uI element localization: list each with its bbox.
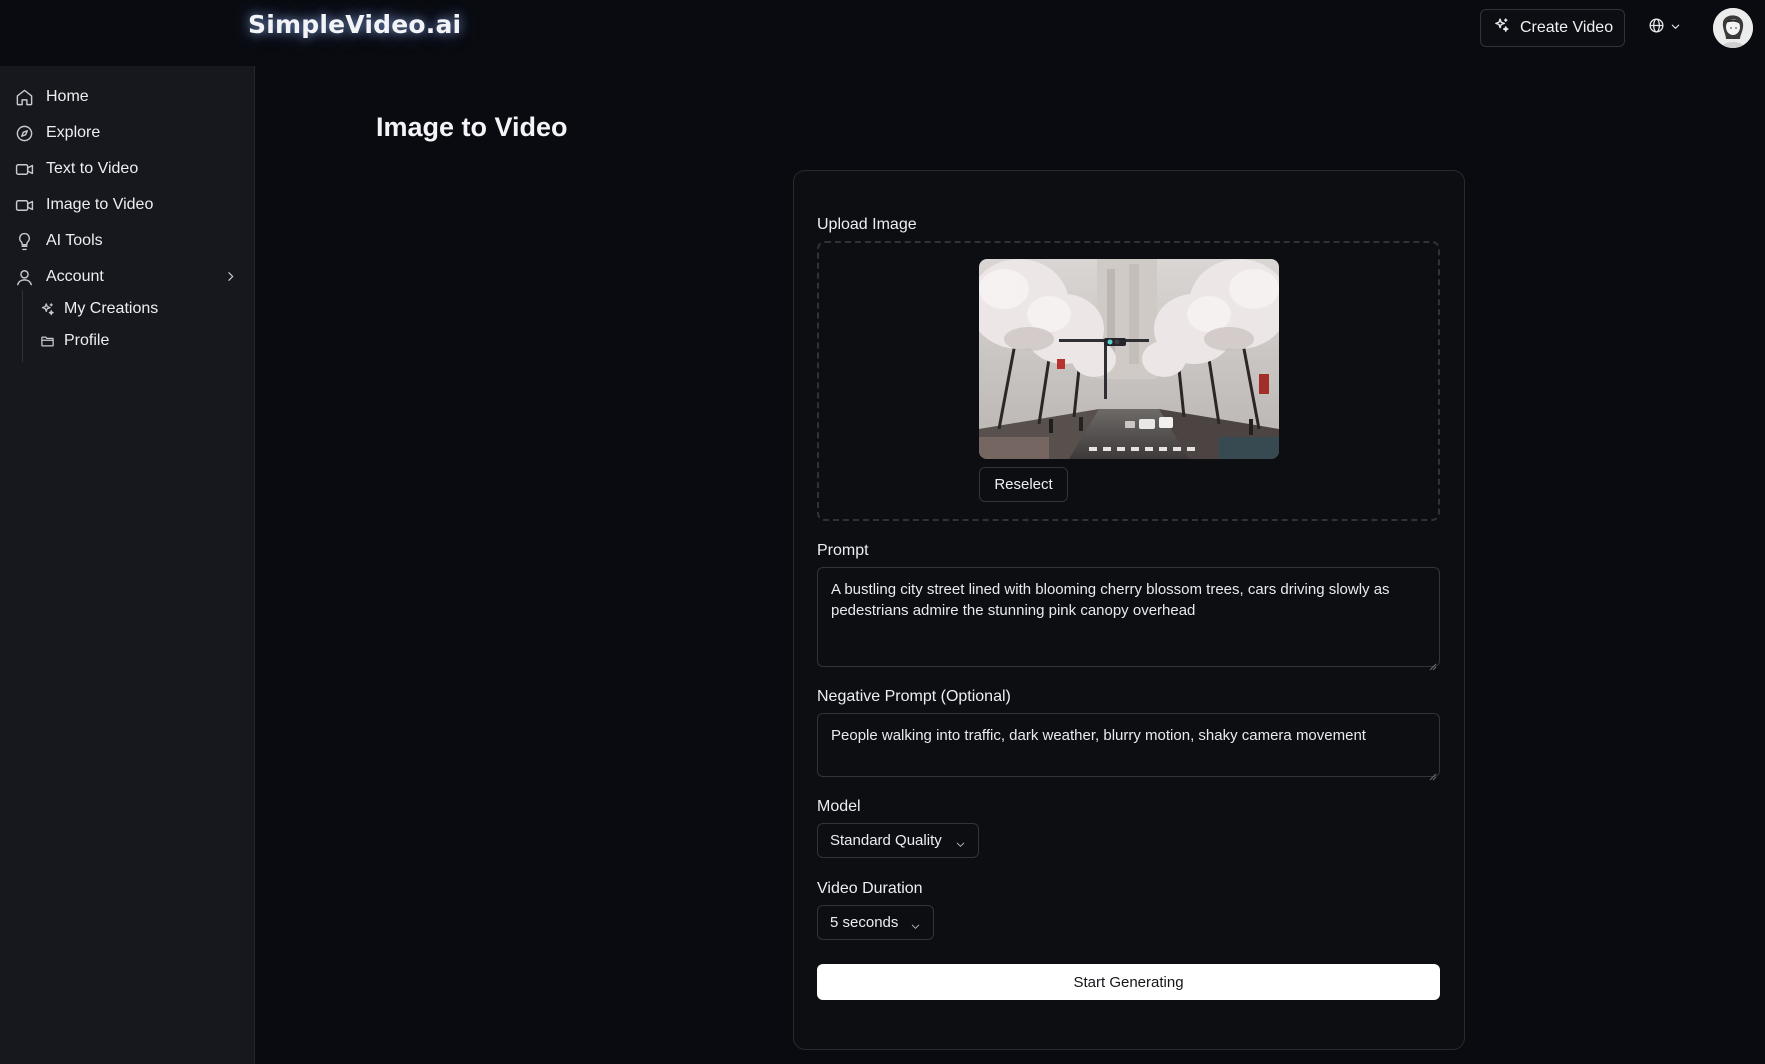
video-camera-icon xyxy=(15,160,34,179)
resize-grip-icon[interactable] xyxy=(1429,656,1437,671)
sidebar-item-label: Account xyxy=(46,268,104,285)
sidebar-item-ai-tools[interactable]: AI Tools xyxy=(0,225,255,257)
user-avatar[interactable] xyxy=(1713,8,1753,48)
model-select[interactable]: Standard Quality xyxy=(817,823,979,858)
language-selector[interactable] xyxy=(1648,14,1688,42)
sidebar-item-profile[interactable]: Profile xyxy=(38,327,238,355)
negative-prompt-label: Negative Prompt (Optional) xyxy=(817,688,1011,705)
sidebar-item-explore[interactable]: Explore xyxy=(0,117,255,149)
user-icon xyxy=(15,268,34,287)
sparkles-icon xyxy=(40,302,55,317)
home-icon xyxy=(15,88,34,107)
sidebar-item-label: Text to Video xyxy=(46,160,139,177)
duration-selected-value: 5 seconds xyxy=(830,914,899,931)
uploaded-image-preview xyxy=(979,259,1279,459)
sidebar-item-label: Explore xyxy=(46,124,101,141)
reselect-button[interactable]: Reselect xyxy=(979,467,1068,502)
sidebar-item-label: Home xyxy=(46,88,89,105)
prompt-textarea[interactable]: A bustling city street lined with bloomi… xyxy=(817,567,1440,671)
subtree-line xyxy=(22,290,23,362)
globe-icon xyxy=(1648,17,1665,39)
duration-select[interactable]: 5 seconds xyxy=(817,905,934,940)
lightbulb-icon xyxy=(15,232,34,251)
sidebar-item-label: AI Tools xyxy=(46,232,103,249)
chevron-down-icon xyxy=(1670,19,1681,37)
folder-icon xyxy=(40,334,55,349)
sparkles-icon xyxy=(1493,17,1510,39)
start-generating-button[interactable]: Start Generating xyxy=(817,964,1440,1000)
chevron-right-icon xyxy=(224,270,237,288)
sidebar-item-label: Image to Video xyxy=(46,196,154,213)
chevron-down-icon xyxy=(910,919,921,936)
negative-prompt-text: People walking into traffic, dark weathe… xyxy=(831,727,1366,744)
prompt-text: A bustling city street lined with bloomi… xyxy=(831,581,1390,619)
chevron-down-icon xyxy=(955,837,966,854)
sidebar-item-account[interactable]: Account xyxy=(0,261,255,293)
upload-image-label: Upload Image xyxy=(817,216,917,233)
model-selected-value: Standard Quality xyxy=(830,832,942,849)
app-logo[interactable]: SimpleVideo.ai xyxy=(248,10,461,39)
model-label: Model xyxy=(817,798,861,815)
sidebar-item-image-to-video[interactable]: Image to Video xyxy=(0,189,255,221)
sidebar-item-my-creations[interactable]: My Creations xyxy=(38,295,238,323)
compass-icon xyxy=(15,124,34,143)
create-video-button[interactable]: Create Video xyxy=(1480,9,1625,47)
sidebar-item-home[interactable]: Home xyxy=(0,81,255,113)
sidebar: Home Explore Text to Video Image to Vide… xyxy=(0,66,255,1064)
negative-prompt-textarea[interactable]: People walking into traffic, dark weathe… xyxy=(817,713,1440,781)
resize-grip-icon[interactable] xyxy=(1429,766,1437,781)
page-title: Image to Video xyxy=(376,112,568,142)
sidebar-subitem-label: My Creations xyxy=(64,300,159,317)
top-bar: SimpleVideo.ai Create Video xyxy=(0,0,1765,66)
video-camera-icon xyxy=(15,196,34,215)
sidebar-item-text-to-video[interactable]: Text to Video xyxy=(0,153,255,185)
video-duration-label: Video Duration xyxy=(817,880,923,897)
prompt-label: Prompt xyxy=(817,542,869,559)
sidebar-subitem-label: Profile xyxy=(64,332,110,349)
create-video-label: Create Video xyxy=(1520,19,1614,36)
